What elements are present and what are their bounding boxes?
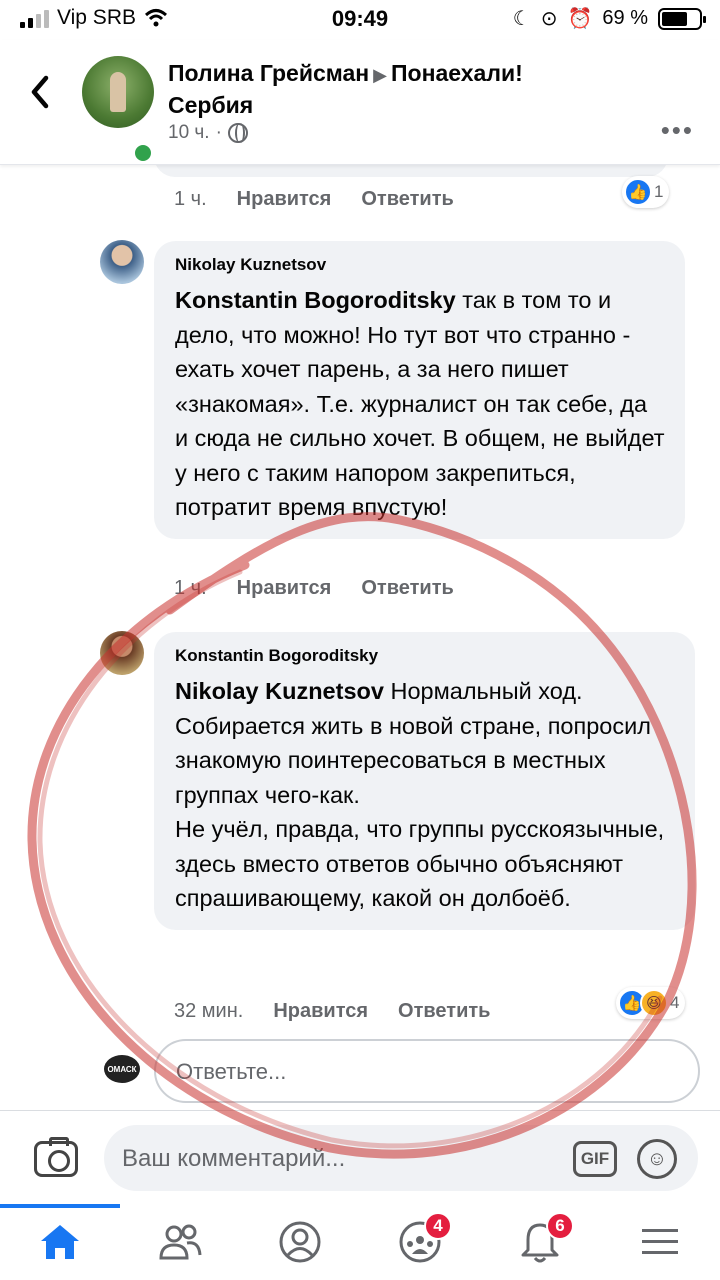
reply-button[interactable]: Ответить bbox=[361, 188, 453, 211]
nav-home[interactable] bbox=[0, 1204, 120, 1280]
avatar[interactable] bbox=[100, 631, 144, 675]
my-avatar: ОМАСК bbox=[104, 1055, 140, 1083]
arrow-right-icon: ▶ bbox=[373, 65, 388, 85]
post-header: Полина Грейсман ▶ Понаехали! Сербия 10 ч. … bbox=[0, 40, 720, 165]
bottom-nav: 4 6 bbox=[0, 1204, 720, 1280]
nav-notifications[interactable]: 6 bbox=[480, 1204, 600, 1280]
home-icon bbox=[41, 1225, 79, 1259]
comment-time: 1 ч. bbox=[174, 577, 207, 599]
author-avatar[interactable] bbox=[82, 56, 154, 128]
friends-icon bbox=[159, 1224, 202, 1260]
meta-separator: · bbox=[215, 122, 222, 143]
comment-actions: 1 ч. Нравится Ответить bbox=[174, 577, 454, 600]
comment-bubble: Konstantin Bogoroditsky Nikolay Kuznetso… bbox=[154, 632, 695, 930]
globe-icon bbox=[227, 123, 248, 143]
notifications-badge: 6 bbox=[546, 1212, 574, 1240]
comment-text: Nikolay Kuznetsov Нормальный ход. Собира… bbox=[175, 674, 675, 916]
gif-button[interactable]: GIF bbox=[573, 1141, 617, 1177]
reply-button[interactable]: Ответить bbox=[398, 1000, 490, 1023]
camera-icon[interactable] bbox=[34, 1137, 78, 1177]
emoji-icon[interactable]: ☺ bbox=[637, 1139, 677, 1179]
comments-list: 1 ч. Нравится Ответить 👍 1 Nikolay Kuzne… bbox=[0, 165, 720, 1110]
reply-button[interactable]: Ответить bbox=[361, 577, 453, 600]
groups-badge: 4 bbox=[424, 1212, 452, 1240]
mention-tag[interactable]: Konstantin Bogoroditsky bbox=[175, 287, 456, 313]
comment-body: так в том то и дело, что можно! Но тут в… bbox=[175, 287, 665, 520]
comment-time: 32 мин. bbox=[174, 1000, 244, 1022]
reply-input[interactable]: Ответьте... bbox=[154, 1039, 700, 1103]
comment-author[interactable]: Konstantin Bogoroditsky bbox=[175, 646, 675, 666]
nav-groups[interactable]: 4 bbox=[360, 1204, 480, 1280]
status-bar: Vip SRB 09:49 ☾ ⊙ ⏰ 69 % bbox=[0, 0, 720, 40]
avatar[interactable] bbox=[100, 240, 144, 284]
mention-tag[interactable]: Nikolay Kuznetsov bbox=[175, 678, 384, 704]
alarm-icon: ⏰ bbox=[567, 8, 593, 30]
like-reaction-icon: 👍 bbox=[624, 178, 652, 206]
more-options-icon[interactable]: ••• bbox=[661, 117, 694, 143]
comment-text: Konstantin Bogoroditsky так в том то и д… bbox=[175, 283, 665, 525]
like-button[interactable]: Нравится bbox=[237, 188, 332, 211]
profile-icon bbox=[279, 1221, 321, 1263]
comment-time: 1 ч. bbox=[174, 188, 207, 210]
nav-profile[interactable] bbox=[240, 1204, 360, 1280]
nav-friends[interactable] bbox=[120, 1204, 240, 1280]
like-button[interactable]: Нравится bbox=[237, 577, 332, 600]
comment-body: Нормальный ход. Собирается жить в новой … bbox=[175, 678, 665, 911]
reaction-summary[interactable]: 👍 1 bbox=[622, 176, 670, 208]
haha-reaction-icon: 😆 bbox=[640, 989, 668, 1017]
post-time[interactable]: 10 ч. bbox=[168, 122, 210, 144]
post-meta: 10 ч. · bbox=[168, 122, 248, 144]
online-status-dot bbox=[132, 142, 154, 164]
like-button[interactable]: Нравится bbox=[273, 1000, 368, 1023]
reaction-summary[interactable]: 👍 😆 4 bbox=[616, 987, 686, 1019]
comment-bubble bbox=[154, 165, 668, 177]
back-chevron-icon[interactable] bbox=[26, 72, 56, 112]
reaction-count: 4 bbox=[670, 993, 680, 1012]
battery-percent: 69 % bbox=[602, 7, 648, 29]
author-name[interactable]: Полина Грейсман bbox=[168, 60, 369, 86]
reaction-count: 1 bbox=[654, 182, 664, 201]
rotation-lock-icon: ⊙ bbox=[540, 8, 558, 30]
comment-actions: 32 мин. Нравится Ответить bbox=[174, 1000, 490, 1023]
moon-icon: ☾ bbox=[512, 8, 531, 30]
status-right: ☾ ⊙ ⏰ 69 % bbox=[512, 6, 706, 31]
comment-author[interactable]: Nikolay Kuznetsov bbox=[175, 255, 665, 275]
post-title[interactable]: Полина Грейсман ▶ Понаехали! Сербия bbox=[168, 58, 608, 120]
comment-actions: 1 ч. Нравится Ответить bbox=[174, 188, 454, 211]
comment-composer: Ваш комментарий... GIF ☺ bbox=[0, 1110, 720, 1204]
nav-menu[interactable] bbox=[600, 1204, 720, 1280]
comment-bubble: Nikolay Kuznetsov Konstantin Bogoroditsk… bbox=[154, 241, 685, 539]
hamburger-menu-icon bbox=[642, 1229, 678, 1254]
battery-icon bbox=[658, 7, 706, 30]
